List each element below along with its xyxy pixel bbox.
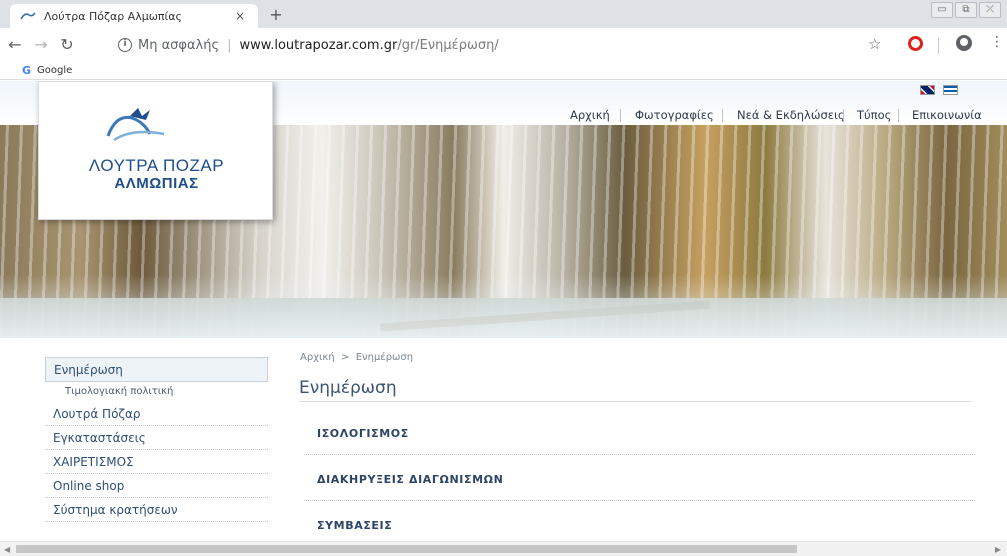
web-page: Αρχική Φωτογραφίες Νεά & Εκδηλώσεις Τύπο… — [0, 81, 1007, 541]
site-logo[interactable]: ΛΟΥΤΡΑ ΠΟΖΑΡ ΑΛΜΩΠΙΑΣ — [38, 81, 273, 220]
list-item-label: ΣΥΜΒΑΣΕΙΣ — [317, 519, 393, 532]
breadcrumb-separator: > — [340, 352, 350, 363]
nav-separator — [620, 109, 621, 122]
logo-bird-icon — [106, 108, 165, 142]
info-icon[interactable]: i — [118, 38, 132, 52]
profile-icon[interactable] — [956, 35, 972, 51]
sidebar-item-greeting[interactable]: ΧΑΙΡΕΤΙΣΜΟΣ — [45, 450, 268, 474]
menu-icon[interactable]: ⋮ — [990, 34, 1004, 50]
list-item-label: ΙΣΟΛΟΓΙΣΜΟΣ — [317, 427, 409, 440]
breadcrumb: Αρχική > Ενημέρωση — [300, 352, 413, 363]
scroll-left-icon[interactable]: ◀ — [4, 545, 10, 554]
sidebar-item-loutra-pozar[interactable]: Λουτρά Πόζαρ — [45, 402, 268, 426]
nav-item-press[interactable]: Τύπος — [857, 105, 891, 125]
list-item-contracts[interactable]: ΣΥΜΒΑΣΕΙΣ — [304, 501, 975, 541]
title-divider — [299, 401, 971, 402]
list-item-label: ΔΙΑΚΗΡΥΞΕΙΣ ΔΙΑΓΩΝΙΣΜΩΝ — [317, 473, 504, 486]
url-separator: | — [227, 37, 232, 53]
sidebar-item-facilities[interactable]: Εγκαταστάσεις — [45, 426, 268, 450]
tab-strip: Λούτρα Πόζαρ Αλμωπίας × + ▭ ⧉ ⤫ — [0, 0, 1007, 28]
sidebar: Ενημέρωση Τιμολογιακή πολιτική Λουτρά Πό… — [45, 357, 268, 522]
logo-line-1: ΛΟΥΤΡΑ ΠΟΖΑΡ — [88, 156, 225, 175]
url-host: www.loutrapozar.com.gr — [239, 37, 398, 53]
sidebar-item-booking-system[interactable]: Σύστημα κρατήσεων — [45, 498, 268, 522]
horizontal-scrollbar[interactable]: ◀ ▶ — [0, 541, 1007, 556]
browser-toolbar: ← → ↻ i Μη ασφαλής | www.loutrapozar.com… — [0, 28, 1007, 62]
bookmark-google[interactable]: Google — [37, 65, 72, 76]
address-bar[interactable]: i Μη ασφαλής | www.loutrapozar.com.gr /g… — [118, 34, 888, 56]
hero-water — [0, 298, 1007, 338]
toolbar-divider — [938, 38, 939, 54]
minimize-button[interactable]: ▭ — [931, 2, 953, 18]
nav-item-photos[interactable]: Φωτογραφίες — [635, 105, 714, 125]
list-item-balance-sheet[interactable]: ΙΣΟΛΟΓΙΣΜΟΣ — [304, 409, 975, 455]
language-switcher — [920, 85, 958, 95]
restore-button[interactable]: ⧉ — [955, 2, 977, 18]
breadcrumb-home[interactable]: Αρχική — [300, 352, 335, 363]
nav-item-home[interactable]: Αρχική — [570, 105, 610, 125]
site-favicon-icon — [20, 12, 36, 20]
browser-tab[interactable]: Λούτρα Πόζαρ Αλμωπίας × — [10, 4, 258, 28]
sidebar-item-enimerosi[interactable]: Ενημέρωση — [45, 357, 268, 382]
close-window-button[interactable]: ⤫ — [979, 2, 1001, 18]
scroll-right-icon[interactable]: ▶ — [995, 545, 1001, 554]
sidebar-subitem-pricing[interactable]: Τιμολογιακή πολιτική — [45, 382, 268, 402]
list-item-tenders[interactable]: ΔΙΑΚΗΡΥΞΕΙΣ ΔΙΑΓΩΝΙΣΜΩΝ — [304, 455, 975, 501]
tab-close-icon[interactable]: × — [232, 9, 248, 23]
gr-flag-icon[interactable] — [943, 85, 958, 95]
nav-item-news-events[interactable]: Νεά & Εκδηλώσεις — [737, 105, 845, 125]
not-secure-label: Μη ασφαλής — [138, 37, 220, 53]
sidebar-item-online-shop[interactable]: Online shop — [45, 474, 268, 498]
tab-title: Λούτρα Πόζαρ Αλμωπίας — [44, 9, 182, 23]
star-icon[interactable]: ☆ — [868, 35, 881, 53]
window-controls: ▭ ⧉ ⤫ — [931, 2, 1001, 18]
opera-icon[interactable] — [908, 36, 923, 51]
logo-line-2: ΑΛΜΩΠΙΑΣ — [114, 175, 199, 192]
page-title: Ενημέρωση — [299, 378, 397, 398]
bookmarks-bar: G Google — [0, 62, 1007, 80]
reload-icon[interactable]: ↻ — [56, 34, 78, 56]
scrollbar-thumb[interactable] — [16, 545, 797, 553]
nav-separator — [898, 109, 899, 122]
url-path: /gr/Ενημέρωση/ — [397, 37, 499, 53]
nav-item-contact[interactable]: Επικοινωνία — [912, 105, 982, 125]
google-icon: G — [22, 64, 32, 77]
nav-separator — [722, 109, 723, 122]
breadcrumb-current: Ενημέρωση — [355, 352, 414, 363]
uk-flag-icon[interactable] — [920, 85, 935, 95]
new-tab-button[interactable]: + — [266, 5, 286, 25]
nav-separator — [843, 109, 844, 122]
back-arrow-icon[interactable]: ← — [4, 34, 26, 56]
forward-arrow-icon[interactable]: → — [30, 34, 52, 56]
